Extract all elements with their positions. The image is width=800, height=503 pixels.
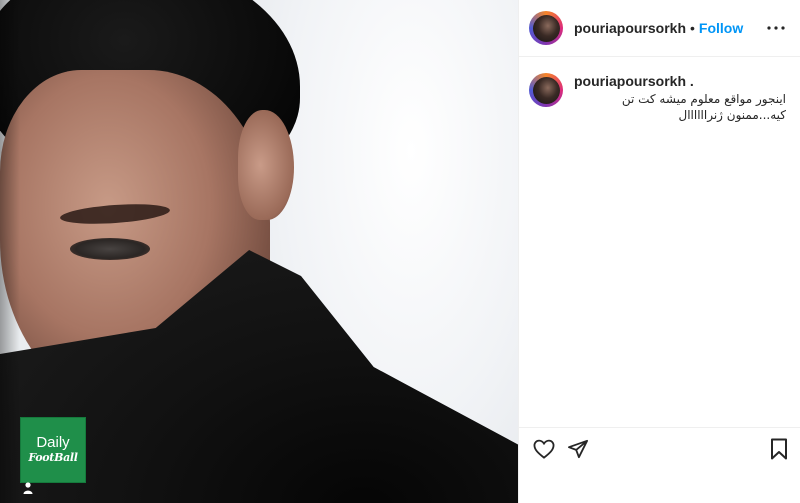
photo-eye — [70, 238, 150, 260]
user-tag-icon[interactable] — [22, 482, 34, 496]
caption-avatar-image — [532, 76, 560, 104]
bookmark-icon[interactable] — [766, 436, 792, 462]
caption-avatar[interactable] — [529, 73, 563, 107]
avatar-image — [532, 14, 560, 42]
heart-icon[interactable] — [531, 436, 557, 462]
daily-football-logo: Daily FootBall — [20, 417, 86, 483]
photo-ear — [238, 110, 294, 220]
header-separator: • — [690, 20, 695, 36]
post-header: pouriapoursorkh • Follow — [519, 0, 800, 57]
post-side-panel: pouriapoursorkh • Follow pouriapoursorkh… — [519, 0, 800, 503]
post-caption: pouriapoursorkh . اینجور مواقع معلوم میش… — [529, 72, 791, 123]
more-options-icon[interactable] — [766, 18, 786, 38]
follow-button[interactable]: Follow — [699, 20, 743, 36]
instagram-post: Daily FootBall pouriapoursorkh • Follow — [0, 0, 800, 503]
caption-username[interactable]: pouriapoursorkh . — [574, 72, 786, 90]
post-actions — [519, 427, 800, 503]
avatar[interactable] — [529, 11, 563, 45]
caption-content: pouriapoursorkh . اینجور مواقع معلوم میش… — [574, 72, 786, 123]
caption-text: اینجور مواقع معلوم میشه کت تن کیه...ممنو… — [621, 92, 786, 122]
header-username[interactable]: pouriapoursorkh — [574, 20, 686, 36]
logo-line-2: FootBall — [28, 451, 78, 464]
photo-edge-shade — [0, 0, 20, 503]
logo-line-1: Daily — [36, 434, 70, 451]
actions-bottom-strip — [519, 475, 800, 503]
post-photo[interactable]: Daily FootBall — [0, 0, 519, 503]
share-icon[interactable] — [565, 436, 591, 462]
